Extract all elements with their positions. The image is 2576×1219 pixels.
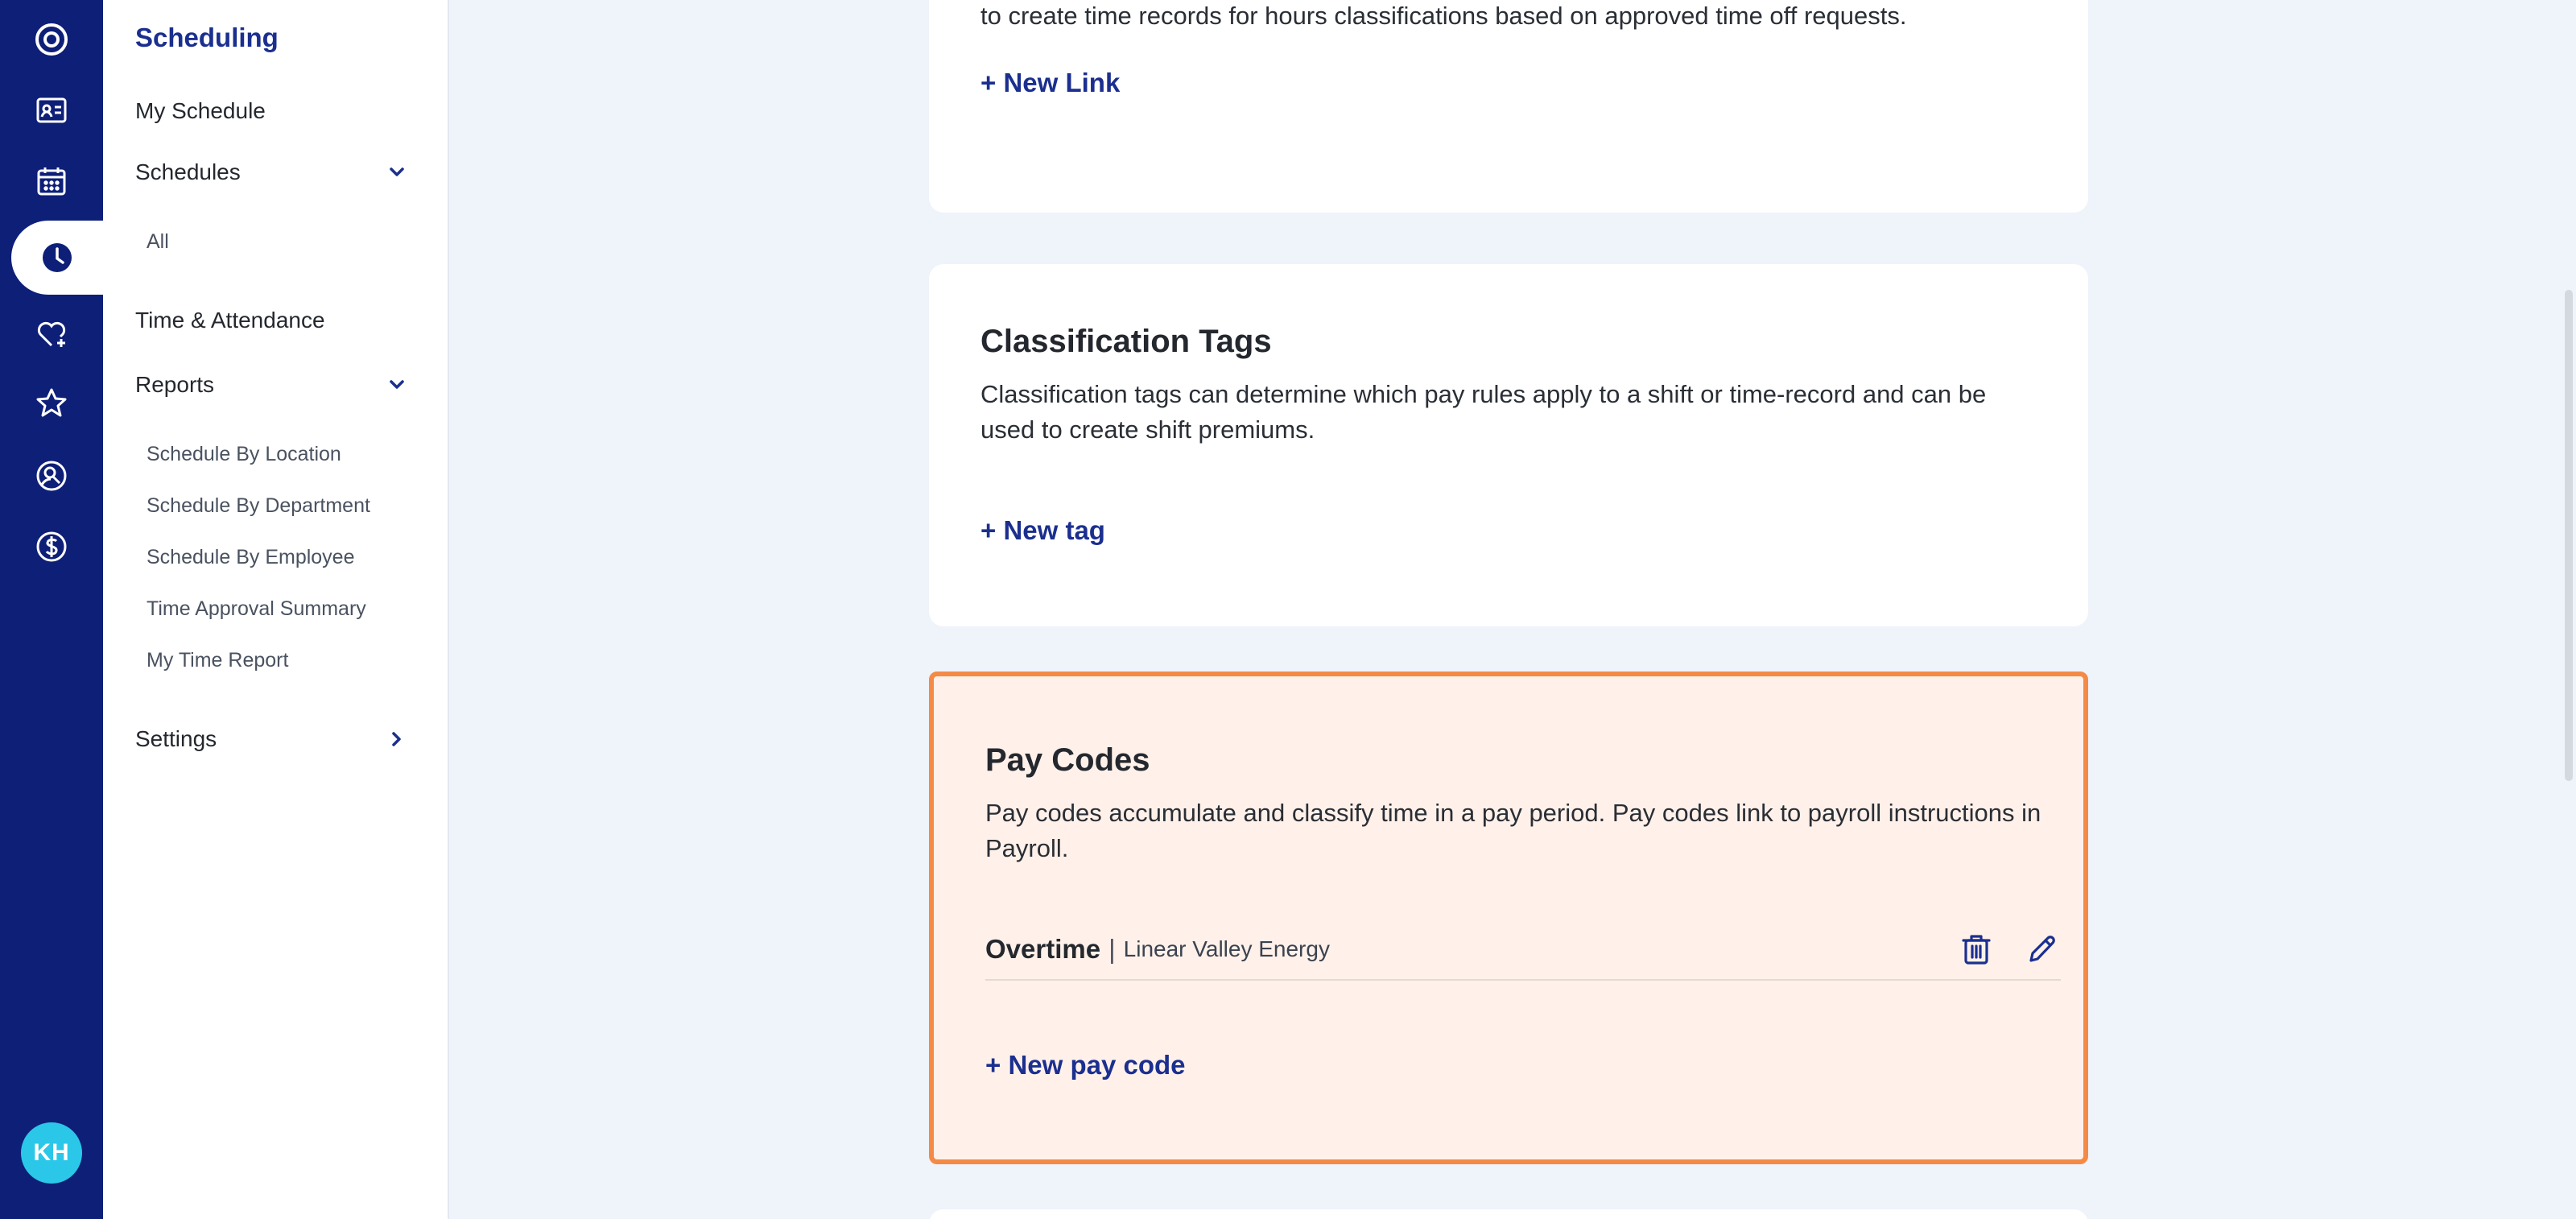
user-avatar[interactable]: KH (21, 1122, 82, 1184)
row-actions (1958, 931, 2061, 968)
chevron-down-icon (385, 373, 409, 397)
nav-item-my-schedule[interactable]: My Schedule (135, 87, 409, 135)
pay-code-row: Overtime | Linear Valley Energy (985, 919, 2061, 981)
pay-code-organization: Linear Valley Energy (1123, 936, 1330, 961)
clock-icon[interactable] (11, 221, 103, 295)
nav-item-label: Settings (135, 726, 217, 751)
chevron-down-icon (385, 160, 409, 184)
card-title: Classification Tags (980, 324, 1272, 359)
card-title: Pay Codes (985, 742, 1150, 778)
nav-subitem-time-approval-summary[interactable]: Time Approval Summary (147, 588, 366, 630)
icon-rail: KH (0, 0, 103, 1219)
main-content: to create time records for hours classif… (451, 0, 2576, 1219)
chevron-right-icon (385, 727, 409, 751)
card-time-off-links: to create time records for hours classif… (929, 0, 2088, 213)
card-description: Classification tags can determine which … (980, 380, 1987, 444)
new-pay-code-button[interactable]: + New pay code (985, 1050, 1186, 1081)
calendar-icon[interactable] (0, 147, 103, 216)
star-icon[interactable] (0, 369, 103, 438)
card-pay-codes: Pay Codes Pay codes accumulate and class… (929, 671, 2088, 1164)
pay-code-separator: | (1108, 934, 1116, 964)
trash-icon[interactable] (1958, 931, 1995, 968)
secondary-nav: Scheduling My Schedule Schedules All Tim… (103, 0, 449, 1219)
new-tag-button[interactable]: + New tag (980, 515, 1105, 546)
nav-item-label: Reports (135, 372, 215, 397)
nav-item-label: My Schedule (135, 98, 266, 123)
card-description: Pay codes accumulate and classify time i… (985, 799, 2041, 862)
section-title: Scheduling (135, 23, 279, 52)
dollar-icon[interactable] (0, 512, 103, 581)
user-search-icon[interactable] (0, 441, 103, 510)
nav-item-reports[interactable]: Reports (135, 361, 409, 409)
heart-icon[interactable] (0, 300, 103, 369)
nav-subitem-my-time-report[interactable]: My Time Report (147, 639, 288, 681)
id-card-icon[interactable] (0, 76, 103, 145)
nav-subitem-all[interactable]: All (147, 221, 169, 262)
nav-item-schedules[interactable]: Schedules (135, 148, 409, 196)
nav-subitem-schedule-by-location[interactable]: Schedule By Location (147, 433, 341, 475)
nav-item-time-attendance[interactable]: Time & Attendance (135, 296, 409, 345)
nav-item-settings[interactable]: Settings (135, 715, 409, 763)
nav-item-label: Schedules (135, 159, 241, 184)
card-classification-tags: Classification Tags Classification tags … (929, 264, 2088, 626)
pencil-icon[interactable] (2024, 931, 2061, 968)
pay-code-name: Overtime (985, 934, 1101, 964)
nav-item-label: Time & Attendance (135, 308, 325, 333)
card-description: to create time records for hours classif… (980, 2, 1907, 30)
nav-subitem-schedule-by-department[interactable]: Schedule By Department (147, 485, 370, 527)
card-next (929, 1209, 2088, 1219)
new-link-button[interactable]: + New Link (980, 68, 1120, 98)
logo-icon[interactable] (0, 5, 103, 74)
app-root: KH Scheduling My Schedule Schedules All … (0, 0, 2576, 1219)
nav-subitem-schedule-by-employee[interactable]: Schedule By Employee (147, 536, 354, 578)
scrollbar-thumb[interactable] (2565, 290, 2573, 781)
